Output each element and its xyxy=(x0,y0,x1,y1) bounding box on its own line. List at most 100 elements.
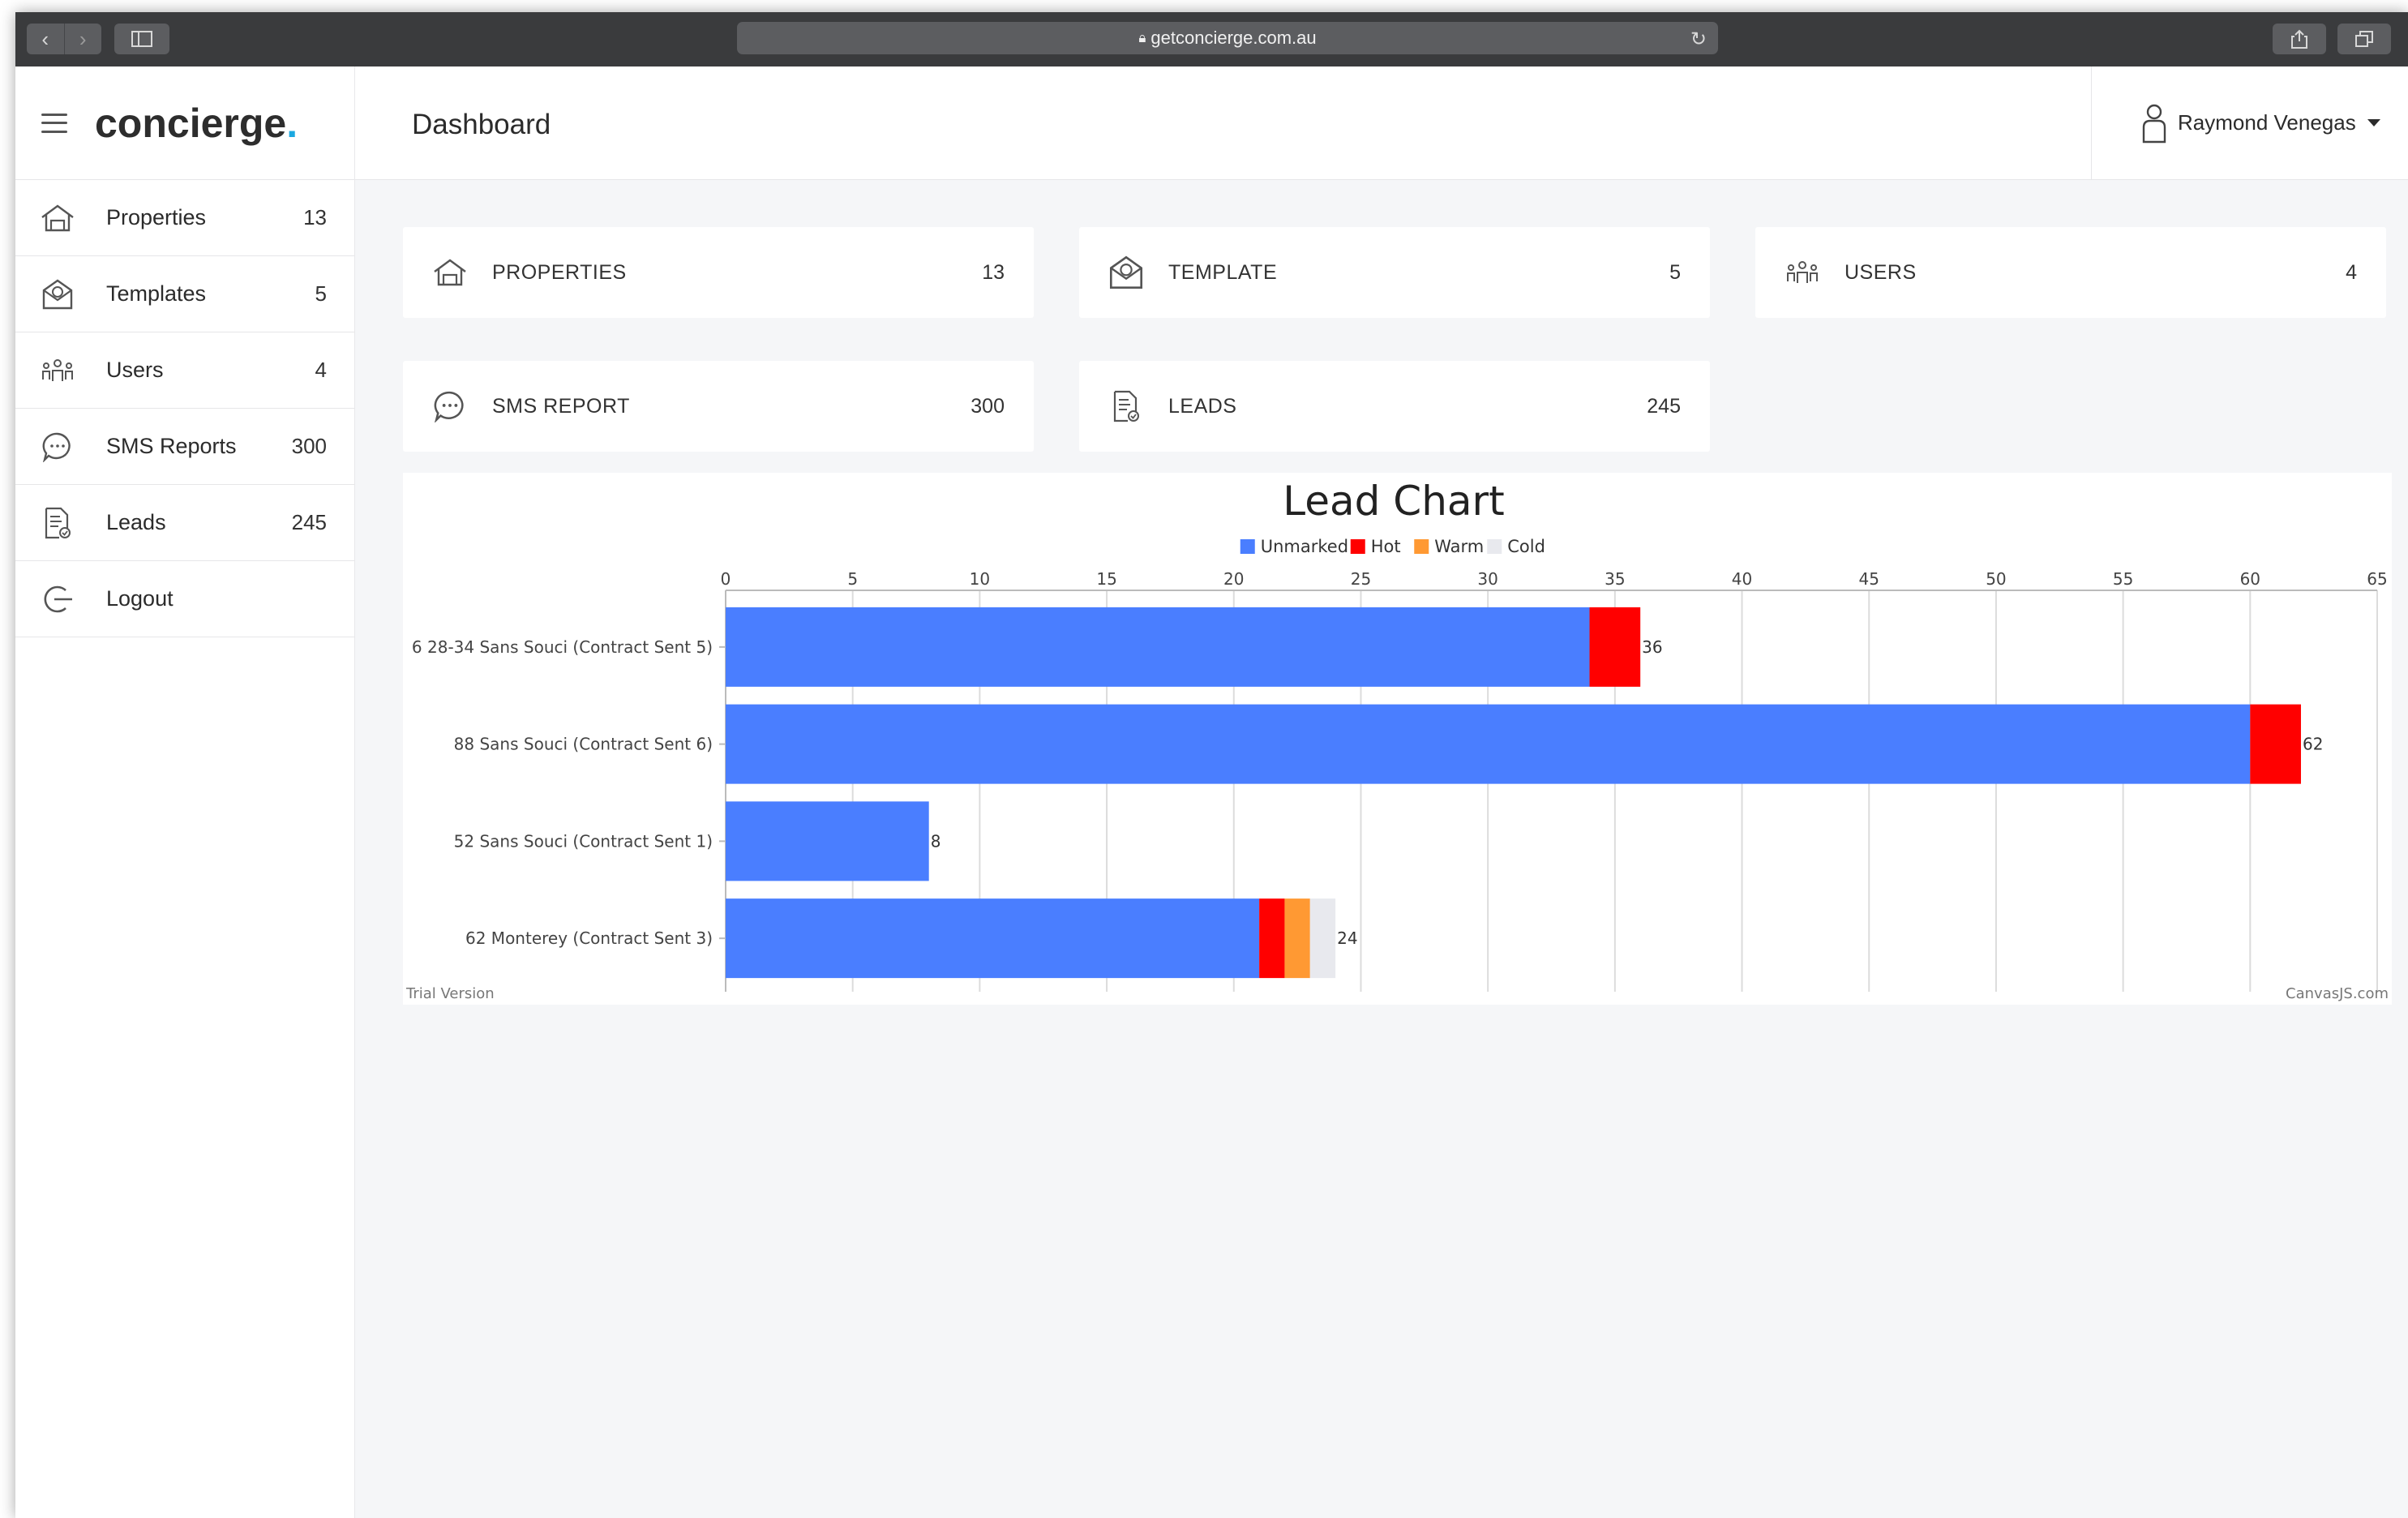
sidebar-item-label: Users xyxy=(106,358,164,382)
sidebar-item-label: SMS Reports xyxy=(106,434,237,458)
users-icon xyxy=(1783,253,1822,292)
logout-icon xyxy=(40,581,75,617)
card-label: LEADS xyxy=(1168,394,1237,418)
bar-total-label: 24 xyxy=(1337,928,1357,948)
sidebar-item-label: Leads xyxy=(106,510,166,534)
legend-item: Unmarked xyxy=(1261,537,1348,556)
card-count: 245 xyxy=(1647,394,1681,418)
house-icon xyxy=(40,200,75,236)
user-icon xyxy=(2142,104,2166,143)
sidebar-item-users[interactable]: Users 4 xyxy=(15,332,354,409)
bar-total-label: 36 xyxy=(1642,637,1662,657)
properties-card[interactable]: PROPERTIES 13 xyxy=(403,227,1034,318)
bar-total-label: 62 xyxy=(2303,735,2323,754)
chat-icon xyxy=(40,429,75,465)
tick-label: 60 xyxy=(2240,569,2260,589)
users-icon xyxy=(40,353,75,388)
reload-icon[interactable]: ↻ xyxy=(1690,28,1707,51)
bar-segment xyxy=(726,801,929,881)
sidebar-item-count: 245 xyxy=(291,510,327,534)
leads-card[interactable]: LEADS 245 xyxy=(1079,361,1710,452)
logo[interactable]: concierge. xyxy=(95,100,298,147)
lead-chart: Lead Chart Unmarked Hot Warm Cold 0 5 10 15 20 25 3… xyxy=(403,473,2392,1005)
legend-swatch xyxy=(1350,539,1365,554)
browser-window: ‹ › 🔒︎ getconcierge.com.au ↻ concierge. … xyxy=(15,12,2408,1518)
tick-label: 65 xyxy=(2367,569,2387,589)
trial-version-label: Trial Version xyxy=(405,985,495,1002)
tick-label: 15 xyxy=(1096,569,1116,589)
bar-segment xyxy=(1589,607,1641,687)
sidebar-item-logout[interactable]: Logout xyxy=(15,561,354,637)
legend-swatch xyxy=(1487,539,1502,554)
bar-total-label: 8 xyxy=(931,831,941,851)
document-icon xyxy=(40,505,75,541)
card-count: 300 xyxy=(970,394,1005,418)
lock-icon: 🔒︎ xyxy=(1138,30,1146,45)
canvasjs-credit: CanvasJS.com xyxy=(2286,985,2389,1002)
bar-segment xyxy=(1259,898,1285,979)
legend-swatch xyxy=(1240,539,1255,554)
tick-label: 0 xyxy=(721,569,731,589)
nav-buttons: ‹ › xyxy=(27,24,101,54)
sidebar-item-label: Templates xyxy=(106,281,207,306)
chart-title: Lead Chart xyxy=(1283,478,1504,525)
tick-label: 50 xyxy=(1986,569,2006,589)
address-bar[interactable]: 🔒︎ getconcierge.com.au ↻ xyxy=(737,22,1718,54)
legend-item: Warm xyxy=(1434,537,1484,556)
envelope-icon xyxy=(40,277,75,312)
sidebar-item-count: 4 xyxy=(315,358,327,382)
top-header: Dashboard Raymond Venegas xyxy=(355,66,2408,180)
tick-label: 35 xyxy=(1605,569,1625,589)
user-name: Raymond Venegas xyxy=(2178,110,2356,135)
bar-segment xyxy=(1309,898,1336,979)
user-menu[interactable]: Raymond Venegas xyxy=(2091,66,2408,179)
sidebar-item-properties[interactable]: Properties 13 xyxy=(15,180,354,256)
card-label: PROPERTIES xyxy=(492,260,627,284)
tick-label: 10 xyxy=(970,569,990,589)
sidebar-item-sms-reports[interactable]: SMS Reports 300 xyxy=(15,409,354,485)
sidebar-item-count: 13 xyxy=(303,205,327,229)
category-label: 62 Monterey (Contract Sent 3) xyxy=(465,928,713,948)
caret-down-icon xyxy=(2367,119,2380,126)
users-card[interactable]: USERS 4 xyxy=(1755,227,2386,318)
tick-label: 20 xyxy=(1223,569,1244,589)
tick-label: 40 xyxy=(1732,569,1752,589)
card-label: SMS REPORT xyxy=(492,394,630,418)
card-count: 5 xyxy=(1669,260,1681,284)
legend-item: Cold xyxy=(1507,537,1545,556)
sidebar-item-label: Logout xyxy=(106,586,174,611)
sidebar-item-count: 5 xyxy=(315,281,327,306)
tick-label: 5 xyxy=(847,569,858,589)
sidebar: concierge. Properties 13 Templates 5 Use… xyxy=(15,66,355,1518)
sidebar-item-label: Properties xyxy=(106,205,207,229)
legend-swatch xyxy=(1414,539,1429,554)
page-title: Dashboard xyxy=(412,109,551,140)
tick-label: 55 xyxy=(2113,569,2133,589)
bar-segment xyxy=(726,898,1260,979)
sidebar-item-leads[interactable]: Leads 245 xyxy=(15,485,354,561)
bar-segment xyxy=(726,704,2251,784)
url-text: getconcierge.com.au xyxy=(1150,28,1317,48)
tick-label: 25 xyxy=(1351,569,1371,589)
sidebar-item-count: 300 xyxy=(291,434,327,458)
template-card[interactable]: TEMPLATE 5 xyxy=(1079,227,1710,318)
category-label: 52 Sans Souci (Contract Sent 1) xyxy=(454,831,713,851)
lead-chart-svg: Lead Chart Unmarked Hot Warm Cold 0 5 10 15 20 25 3… xyxy=(405,478,2389,1002)
sms-report-card[interactable]: SMS REPORT 300 xyxy=(403,361,1034,452)
card-label: USERS xyxy=(1845,260,1917,284)
tick-label: 30 xyxy=(1477,569,1498,589)
bar-segment xyxy=(1284,898,1310,979)
bar-segment xyxy=(726,607,1590,687)
legend-item: Hot xyxy=(1371,537,1401,556)
tabs-icon[interactable] xyxy=(2337,24,2391,54)
menu-icon[interactable] xyxy=(41,113,67,133)
sidebar-toggle-icon[interactable] xyxy=(114,24,169,54)
category-label: 6 28-34 Sans Souci (Contract Sent 5) xyxy=(412,637,713,657)
forward-icon[interactable]: › xyxy=(63,24,102,54)
back-icon[interactable]: ‹ xyxy=(27,24,64,54)
share-icon[interactable] xyxy=(2273,24,2326,54)
card-label: TEMPLATE xyxy=(1168,260,1278,284)
brand-bar: concierge. xyxy=(15,66,354,180)
category-label: 88 Sans Souci (Contract Sent 6) xyxy=(454,735,713,754)
sidebar-item-templates[interactable]: Templates 5 xyxy=(15,256,354,332)
